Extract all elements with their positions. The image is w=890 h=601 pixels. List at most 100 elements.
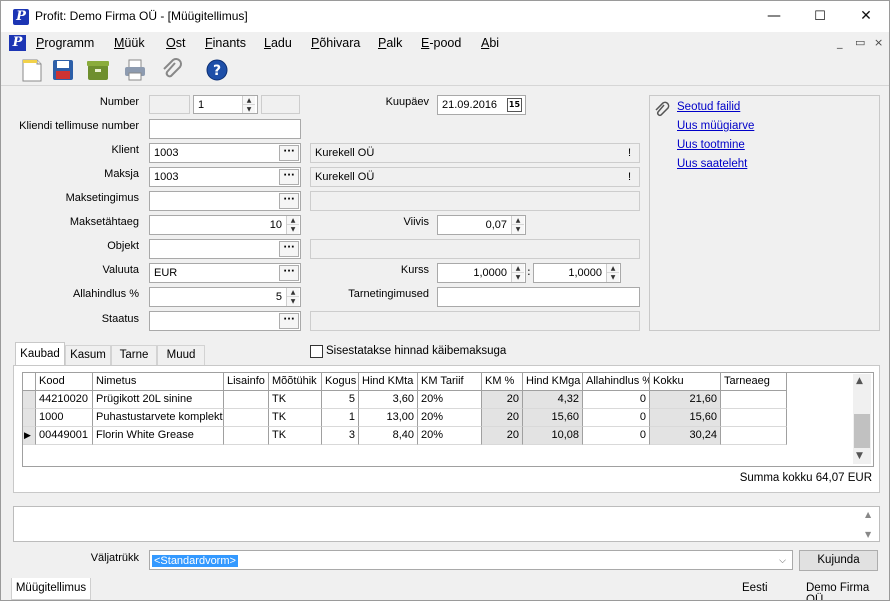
new-delivery-note-link[interactable]: Uus saateleht <box>677 158 747 170</box>
notes-textarea[interactable]: ▲ ▼ <box>13 506 880 542</box>
scrollbar-thumb[interactable] <box>854 414 870 448</box>
status-lookup-button[interactable]: ··· <box>279 313 299 329</box>
menu-finants[interactable]: Finants <box>205 36 246 50</box>
grid-header-cell[interactable]: Kood <box>36 373 93 391</box>
new-production-link[interactable]: Uus tootmine <box>677 139 745 151</box>
grid-cell-allahindlus[interactable]: 0 <box>583 427 650 445</box>
grid-cell-nimetus[interactable]: Florin White Grease <box>93 427 224 445</box>
grid-header-cell[interactable]: Nimetus <box>93 373 224 391</box>
grid-cell-lisainfo[interactable] <box>224 427 269 445</box>
grid-cell-uhik[interactable]: TK <box>269 409 322 427</box>
calendar-icon[interactable]: 15 <box>507 98 522 112</box>
row-marker[interactable]: ▶ <box>23 427 36 445</box>
menu-e-pood[interactable]: E-pood <box>421 36 461 50</box>
grid-cell-kogus[interactable]: 5 <box>322 391 359 409</box>
discount-input[interactable]: 5 <box>149 287 301 307</box>
grid-cell-kogus[interactable]: 1 <box>322 409 359 427</box>
grid-cell-uhik[interactable]: TK <box>269 427 322 445</box>
grid-cell-tarneaeg[interactable] <box>721 391 787 409</box>
grid-cell-kogus[interactable]: 3 <box>322 427 359 445</box>
grid-cell-nimetus[interactable]: Prügikott 20L sinine <box>93 391 224 409</box>
grid-cell-tariif[interactable]: 20% <box>418 409 482 427</box>
archive-box-icon[interactable] <box>85 57 111 83</box>
maximize-button[interactable]: ☐ <box>797 1 843 32</box>
scroll-up-icon[interactable]: ▲ <box>856 376 863 386</box>
mdi-restore-button[interactable]: ▭ <box>855 36 865 49</box>
grid-scrollbar[interactable]: ▲ ▼ <box>853 374 871 464</box>
grid-cell-hind[interactable]: 13,00 <box>359 409 418 427</box>
rate-spinner-1[interactable]: ▲ ▼ <box>511 264 524 282</box>
grid-cell-kood[interactable]: 1000 <box>36 409 93 427</box>
grid-cell-tarneaeg[interactable] <box>721 427 787 445</box>
rate-spinner-2[interactable]: ▲ ▼ <box>606 264 619 282</box>
grid-cell-uhik[interactable]: TK <box>269 391 322 409</box>
memo-scroll-up-icon[interactable]: ▲ <box>865 510 871 519</box>
delivery-terms-input[interactable] <box>437 287 640 307</box>
tab-kaubad[interactable]: Kaubad <box>15 342 65 366</box>
mdi-minimize-button[interactable]: _ <box>837 36 843 49</box>
mdi-close-button[interactable]: × <box>874 36 883 49</box>
attach-icon[interactable] <box>159 57 185 83</box>
grid-cell-nimetus[interactable]: Puhastustarvete komplekt <box>93 409 224 427</box>
new-sales-invoice-link[interactable]: Uus müügiarve <box>677 120 754 132</box>
client-lookup-button[interactable]: ··· <box>279 145 299 161</box>
app-menu-icon[interactable]: P <box>9 35 26 51</box>
menu-programm[interactable]: Programm <box>36 36 94 50</box>
grid-header-cell[interactable]: Kokku <box>650 373 721 391</box>
close-button[interactable]: ✕ <box>843 1 889 32</box>
grid-cell-kood[interactable]: 00449001 <box>36 427 93 445</box>
grid-header-cell[interactable]: KM % <box>482 373 523 391</box>
grid-header-cell[interactable]: Allahindlus % <box>583 373 650 391</box>
grid-cell-tarneaeg[interactable] <box>721 409 787 427</box>
scroll-down-icon[interactable]: ▼ <box>856 451 863 461</box>
menu-pohivara[interactable]: Põhivara <box>311 36 360 50</box>
grid-cell-kood[interactable]: 44210020 <box>36 391 93 409</box>
tab-muud[interactable]: Muud <box>157 345 205 365</box>
memo-scroll-down-icon[interactable]: ▼ <box>865 530 871 539</box>
grid-cell-hind[interactable]: 8,40 <box>359 427 418 445</box>
due-days-spinner[interactable]: ▲ ▼ <box>286 216 299 234</box>
help-icon[interactable]: ? <box>204 57 230 83</box>
grid-header-cell[interactable]: Hind KMta <box>359 373 418 391</box>
tab-kasum[interactable]: Kasum <box>65 345 111 365</box>
grid-header-cell[interactable]: Kogus <box>322 373 359 391</box>
grid-header-cell[interactable]: KM Tariif <box>418 373 482 391</box>
grid-cell-tariif[interactable]: 20% <box>418 391 482 409</box>
grid-header-cell[interactable]: Tarneaeg <box>721 373 787 391</box>
grid-cell-hind[interactable]: 3,60 <box>359 391 418 409</box>
row-marker[interactable] <box>23 391 36 409</box>
linked-files-link[interactable]: Seotud failid <box>677 101 740 113</box>
new-document-icon[interactable] <box>19 57 45 83</box>
delay-spinner[interactable]: ▲ ▼ <box>511 216 524 234</box>
tab-tarne[interactable]: Tarne <box>111 345 157 365</box>
save-icon[interactable] <box>50 57 76 83</box>
design-button[interactable]: Kujunda <box>799 550 878 571</box>
number-spinner[interactable]: ▲ ▼ <box>242 96 255 113</box>
payer-lookup-button[interactable]: ··· <box>279 169 299 185</box>
grid-cell-tariif[interactable]: 20% <box>418 427 482 445</box>
menu-ost[interactable]: Ost <box>166 36 185 50</box>
client-order-input[interactable] <box>149 119 301 139</box>
vat-checkbox[interactable] <box>310 345 323 358</box>
due-days-input[interactable]: 10 <box>149 215 301 235</box>
print-icon[interactable] <box>122 57 148 83</box>
menu-myyk[interactable]: Müük <box>114 36 145 50</box>
grid-cell-lisainfo[interactable] <box>224 391 269 409</box>
status-tab-mueuegitellimus[interactable]: Müügitellimus <box>11 578 91 600</box>
payment-term-lookup-button[interactable]: ··· <box>279 193 299 209</box>
grid-cell-lisainfo[interactable] <box>224 409 269 427</box>
grid-header-cell[interactable]: Mõõtühik <box>269 373 322 391</box>
discount-spinner[interactable]: ▲ ▼ <box>286 288 299 306</box>
menu-abi[interactable]: Abi <box>481 36 499 50</box>
grid-cell-allahindlus[interactable]: 0 <box>583 391 650 409</box>
menu-ladu[interactable]: Ladu <box>264 36 292 50</box>
grid-cell-allahindlus[interactable]: 0 <box>583 409 650 427</box>
row-marker[interactable] <box>23 409 36 427</box>
object-lookup-button[interactable]: ··· <box>279 241 299 257</box>
grid-header-cell[interactable]: Hind KMga <box>523 373 583 391</box>
minimize-button[interactable]: — <box>751 1 797 32</box>
grid-header-cell[interactable]: Lisainfo <box>224 373 269 391</box>
menu-palk[interactable]: Palk <box>378 36 402 50</box>
currency-lookup-button[interactable]: ··· <box>279 265 299 281</box>
print-form-select[interactable]: <Standardvorm> ⌵ <box>149 550 793 570</box>
